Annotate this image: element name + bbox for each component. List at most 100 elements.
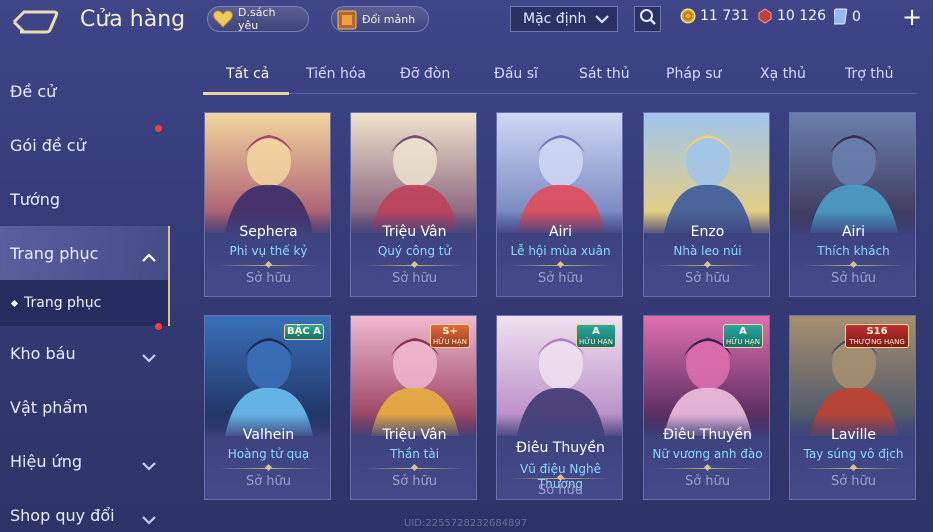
tab-all[interactable]: Tất cả [226, 66, 269, 82]
rarity-badge: S16 THƯỢNG HẠNG [845, 324, 909, 348]
skin-name: Lễ hội mùa xuân [510, 244, 611, 258]
skin-card[interactable]: Airi Thích khách Sở hữu [789, 112, 916, 297]
sidebar-subitem-skins[interactable]: Trang phục [0, 280, 170, 326]
back-icon[interactable] [10, 8, 60, 36]
badge-sublabel: HỮU HẠN [726, 338, 760, 346]
user-id: UID:2255728232684897 [404, 518, 528, 529]
blue-card-balance: 0 [834, 8, 861, 25]
sort-select[interactable]: Mặc định [510, 6, 618, 32]
heart-icon [212, 9, 234, 29]
active-tab-indicator [203, 92, 289, 95]
owned-status: Sở hữu [684, 271, 731, 286]
chevron-down-icon [142, 348, 156, 367]
skin-name: Phi vụ thế kỷ [229, 244, 308, 258]
sidebar-item-label: Trang phục [10, 243, 99, 263]
owned-status: Sở hữu [830, 474, 877, 489]
tab-marksman[interactable]: Xạ thủ [760, 66, 806, 82]
sidebar-item-heroes[interactable]: Tướng [0, 172, 170, 226]
gold-coin-value: 11 731 [700, 8, 749, 24]
sidebar-item-recommended[interactable]: Đề cử [0, 64, 170, 118]
skin-card[interactable]: Laville Tay súng vô địch Sở hữu S16 THƯỢNG H… [789, 315, 916, 500]
search-button[interactable] [634, 6, 661, 32]
bullet-icon [10, 299, 19, 307]
red-voucher-icon [758, 8, 772, 24]
hero-name: Triệu Vân [382, 224, 447, 240]
skin-card[interactable]: Điêu Thuyền Nữ vương anh đào Sở hữu A HỮU HẠ… [643, 315, 770, 500]
badge-label: S+ [442, 326, 458, 337]
sidebar-item-label: Hiệu ứng [10, 451, 82, 471]
top-bar: Cửa hàng D.sách yêu Đổi mảnh Mặc định 11… [0, 0, 933, 42]
blue-card-icon [834, 8, 848, 25]
skin-card[interactable]: Valhein Hoàng tử quạ Sở hữu BẬC A [204, 315, 331, 500]
add-currency-button[interactable]: + [902, 5, 922, 29]
owned-status: Sở hữu [391, 474, 438, 489]
skin-card[interactable]: Airi Lễ hội mùa xuân Sở hữu [496, 112, 623, 297]
sidebar-item-exchange-shop[interactable]: Shop quy đổi [0, 488, 170, 532]
badge-label: S16 [866, 326, 888, 337]
notification-dot [155, 323, 162, 330]
tab-fighter[interactable]: Đấu sĩ [494, 66, 538, 82]
skin-name: Nhà leo núi [673, 244, 742, 258]
rarity-badge: S+ HỮU HẠN [430, 324, 470, 348]
sidebar-item-skins[interactable]: Trang phục [0, 226, 170, 280]
divider [365, 468, 464, 469]
skin-card[interactable]: Triệu Vân Thần tài Sở hữu S+ HỮU HẠN [350, 315, 477, 500]
sidebar-subitem-label: Trang phục [24, 295, 102, 311]
hero-name: Điêu Thuyền [516, 440, 605, 456]
owned-status: Sở hữu [391, 271, 438, 286]
hero-name: Triệu Vân [382, 427, 447, 443]
tab-mage[interactable]: Pháp sư [666, 66, 721, 82]
wishlist-button[interactable]: D.sách yêu [207, 6, 309, 32]
sidebar-item-label: Gói đề cử [10, 135, 86, 155]
sidebar-item-recommended-bundles[interactable]: Gói đề cử [0, 118, 170, 172]
skin-name: Hoàng tử quạ [227, 447, 310, 461]
hero-name: Airi [548, 224, 573, 240]
tab-assassin[interactable]: Sát thủ [579, 66, 630, 82]
divider [219, 468, 318, 469]
chevron-down-icon [142, 510, 156, 529]
rarity-badge: A HỮU HẠN [576, 324, 616, 348]
skin-name: Thích khách [817, 244, 890, 258]
tab-support[interactable]: Trợ thủ [845, 66, 894, 82]
skin-card[interactable]: Điêu Thuyền Vũ điệu Nghê Thường Sở hữu A HỮU… [496, 315, 623, 500]
sidebar-item-effects[interactable]: Hiệu ứng [0, 434, 170, 488]
gold-coin-balance: 11 731 [680, 8, 749, 24]
exchange-fragments-button[interactable]: Đổi mảnh [331, 6, 429, 32]
wishlist-label: D.sách yêu [238, 6, 276, 32]
skin-name: Thần tài [389, 447, 440, 461]
badge-label: A [739, 326, 747, 337]
hero-name: Điêu Thuyền [663, 427, 752, 443]
rarity-badge: BẬC A [284, 324, 324, 340]
blue-card-value: 0 [852, 8, 861, 25]
divider [511, 265, 610, 266]
owned-status: Sở hữu [830, 271, 877, 286]
hero-name: Valhein [242, 427, 295, 443]
rarity-badge: A HỮU HẠN [723, 324, 763, 348]
owned-status: Sở hữu [537, 483, 584, 498]
divider [365, 265, 464, 266]
skin-card[interactable]: Sephera Phi vụ thế kỷ Sở hữu [204, 112, 331, 297]
search-icon [639, 8, 657, 30]
chevron-up-icon [142, 248, 156, 267]
divider [658, 265, 757, 266]
badge-sublabel: THƯỢNG HẠNG [849, 338, 905, 346]
tab-tank[interactable]: Đỡ đòn [400, 66, 450, 82]
sidebar-item-items[interactable]: Vật phẩm [0, 380, 170, 434]
chevron-down-icon [142, 456, 156, 475]
sidebar-item-label: Shop quy đổi [10, 505, 115, 525]
exchange-label: Đổi mảnh [362, 12, 416, 26]
tab-evolution[interactable]: Tiến hóa [306, 66, 366, 82]
owned-status: Sở hữu [245, 474, 292, 489]
skin-card[interactable]: Enzo Nhà leo núi Sở hữu [643, 112, 770, 297]
skin-name: Tay súng vô địch [803, 447, 904, 461]
hero-name: Airi [841, 224, 866, 240]
sidebar-item-label: Tướng [10, 189, 60, 209]
sidebar-item-treasure[interactable]: Kho báu [0, 323, 170, 380]
chevron-down-icon [595, 13, 609, 29]
owned-status: Sở hữu [537, 271, 584, 286]
gold-coin-icon [680, 8, 696, 24]
skin-card[interactable]: Triệu Vân Quý công tử Sở hữu [350, 112, 477, 297]
divider [804, 468, 903, 469]
sidebar: Đề cử Gói đề cử Tướng Trang phục Trang p… [0, 64, 170, 532]
hero-name: Laville [831, 427, 876, 443]
